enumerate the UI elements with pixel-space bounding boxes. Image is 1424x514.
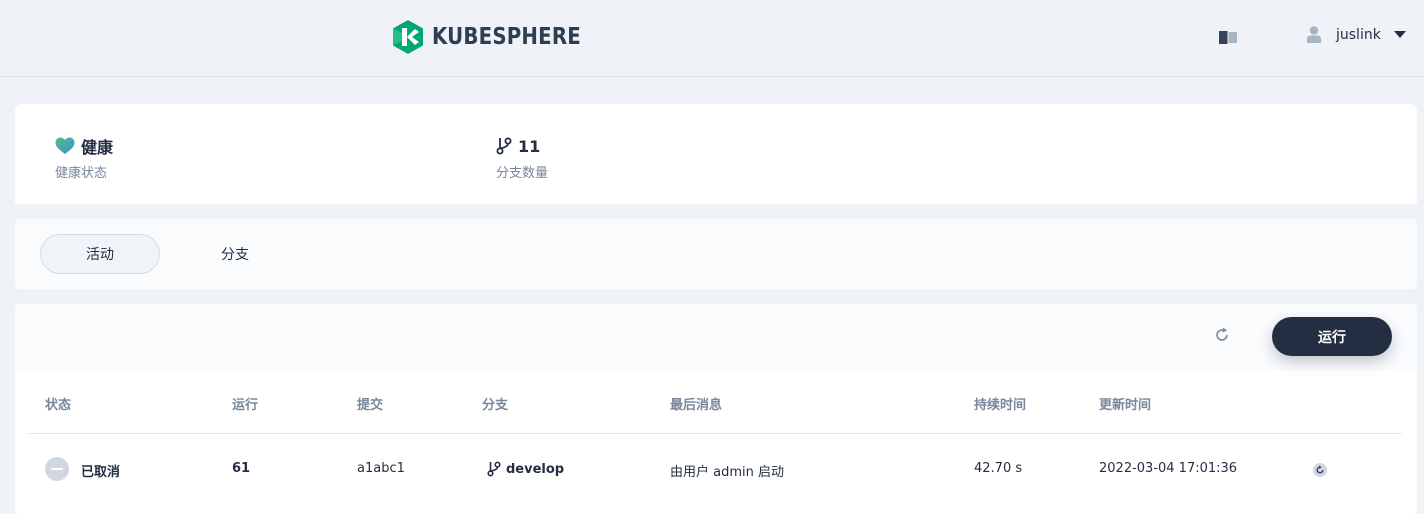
top-navigation-bar: KUBESPHERE juslink xyxy=(0,0,1424,77)
tab-activity[interactable]: 活动 xyxy=(40,234,160,274)
activity-list-card: 运行 状态 运行 提交 分支 最后消息 持续时间 更新时间 已取消 61 a1a… xyxy=(15,304,1417,514)
table-header: 状态 运行 提交 分支 最后消息 持续时间 更新时间 xyxy=(28,370,1402,434)
logo-text: KUBESPHERE xyxy=(432,24,581,50)
kubesphere-logo-icon xyxy=(393,20,423,54)
column-header-updated-time[interactable]: 更新时间 xyxy=(1099,394,1151,413)
tabs-bar: 活动 分支 xyxy=(15,219,1417,289)
book-icon[interactable] xyxy=(1219,29,1237,48)
branch-icon xyxy=(496,137,512,155)
health-label: 健康状态 xyxy=(55,166,108,181)
updated-time: 2022-03-04 17:01:36 xyxy=(1099,461,1238,476)
health-stat: 健康 健康状态 xyxy=(55,136,113,181)
tab-branches[interactable]: 分支 xyxy=(175,234,295,274)
commit-id[interactable]: a1abc1 xyxy=(357,461,405,476)
branch-name: develop xyxy=(506,461,565,477)
duration: 42.70 s xyxy=(974,461,1023,476)
branch-count-label: 分支数量 xyxy=(496,166,549,181)
status-text: 已取消 xyxy=(81,465,121,480)
health-value: 健康 xyxy=(81,138,114,157)
column-header-status[interactable]: 状态 xyxy=(45,394,71,413)
user-icon xyxy=(1307,26,1321,43)
replay-icon[interactable] xyxy=(1313,462,1327,477)
run-button[interactable]: 运行 xyxy=(1272,317,1392,356)
branch-count-value: 11 xyxy=(518,136,541,156)
pipeline-overview-card: 健康 健康状态 11 分支数量 xyxy=(15,104,1417,204)
branch-cell[interactable]: develop xyxy=(487,460,564,478)
column-header-branch[interactable]: 分支 xyxy=(482,394,508,413)
branch-icon xyxy=(487,461,501,477)
caret-down-icon[interactable] xyxy=(1393,31,1406,38)
run-number[interactable]: 61 xyxy=(232,461,250,476)
column-header-run[interactable]: 运行 xyxy=(232,394,258,413)
table-row[interactable]: 已取消 61 a1abc1 develop 由用户 admin 启动 42.70… xyxy=(28,435,1402,505)
refresh-icon[interactable] xyxy=(1213,326,1231,344)
column-header-commit[interactable]: 提交 xyxy=(357,394,383,413)
user-name: juslink xyxy=(1336,26,1381,43)
heart-icon xyxy=(55,137,75,154)
list-toolbar: 运行 xyxy=(15,304,1417,370)
column-header-duration[interactable]: 持续时间 xyxy=(974,394,1026,413)
column-header-last-message[interactable]: 最后消息 xyxy=(670,394,722,413)
user-menu[interactable]: juslink xyxy=(1307,26,1406,43)
kubesphere-logo[interactable]: KUBESPHERE xyxy=(392,20,605,54)
cancelled-status-icon xyxy=(45,457,69,481)
branch-count-stat: 11 分支数量 xyxy=(496,136,549,182)
last-message: 由用户 admin 启动 xyxy=(670,465,784,480)
